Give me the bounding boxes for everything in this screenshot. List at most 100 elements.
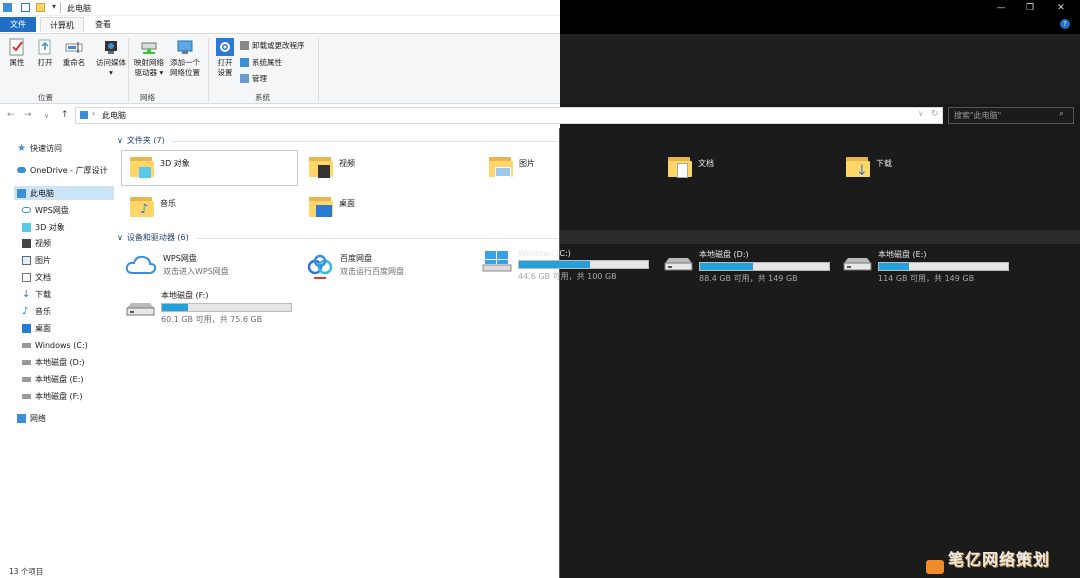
- sidebar-item-music[interactable]: ♪ 音乐: [22, 304, 51, 318]
- up-arrow-icon[interactable]: ↑: [61, 110, 69, 120]
- hard-drive-icon: [663, 249, 693, 271]
- folder-tile-documents[interactable]: 文档: [668, 154, 714, 178]
- add-network-location-button[interactable]: 添加一个 网络位置: [166, 38, 204, 78]
- status-item-count: 13 个项目: [9, 567, 44, 576]
- tab-view[interactable]: 查看: [88, 17, 118, 32]
- sidebar-item-video[interactable]: 视频: [22, 236, 51, 250]
- search-icon[interactable]: ⌕: [1059, 109, 1064, 119]
- sidebar-item-label: 下载: [35, 289, 51, 299]
- back-arrow-icon[interactable]: ←: [7, 110, 15, 120]
- folders-section-header[interactable]: ∨ 文件夹 (7): [117, 135, 165, 146]
- access-media-dropdown: ▾: [109, 68, 113, 77]
- drive-name: 本地磁盘 (E:): [878, 250, 927, 259]
- wps-cloud-tile[interactable]: WPS网盘 双击进入WPS网盘: [125, 253, 229, 277]
- system-properties-button[interactable]: 系统属性: [240, 57, 282, 68]
- group-divider: [318, 38, 319, 102]
- properties-button[interactable]: 属性: [4, 38, 30, 68]
- forward-arrow-icon[interactable]: →: [24, 110, 32, 120]
- close-button[interactable]: ✕: [1046, 0, 1076, 16]
- drive-tile-e[interactable]: 本地磁盘 (E:) 114 GB 可用，共 149 GB: [842, 249, 1009, 284]
- location-group-label: 位置: [38, 93, 53, 102]
- open-button[interactable]: 打开: [32, 38, 58, 68]
- sidebar-item-pictures[interactable]: 图片: [22, 253, 51, 267]
- sidebar-item-3d[interactable]: 3D 对象: [22, 220, 65, 234]
- devices-section-title: 设备和驱动器 (6): [126, 233, 189, 242]
- system-properties-label: 系统属性: [252, 58, 282, 67]
- address-computer-icon: [80, 111, 88, 119]
- sidebar-item-drive-e[interactable]: 本地磁盘 (E:): [22, 372, 84, 386]
- download-icon: ↓: [22, 288, 31, 300]
- sidebar-item-onedrive[interactable]: OneDrive - 广厚设计: [17, 163, 108, 177]
- tab-file[interactable]: 文件: [0, 17, 36, 32]
- maximize-button[interactable]: ❐: [1015, 0, 1045, 16]
- picture-icon: [22, 255, 31, 265]
- uninstall-programs-button[interactable]: 卸载或更改程序: [240, 40, 305, 51]
- sidebar-item-label: 3D 对象: [35, 222, 65, 232]
- network-group-label: 网络: [140, 93, 155, 102]
- quick-access-dropdown-icon[interactable]: ▾: [52, 2, 56, 11]
- drive-tile-f[interactable]: 本地磁盘 (F:) 60.1 GB 可用，共 75.6 GB: [125, 290, 292, 325]
- folder-tile-desktop[interactable]: 桌面: [309, 194, 355, 218]
- sidebar-item-this-pc[interactable]: 此电脑: [17, 186, 54, 200]
- uninstall-icon: [240, 41, 249, 50]
- folder-tile-3d[interactable]: 3D 对象: [130, 154, 190, 178]
- baidu-cloud-icon: [306, 253, 334, 281]
- new-folder-quick-icon[interactable]: [36, 3, 45, 12]
- folder-tile-music[interactable]: ♪ 音乐: [130, 194, 176, 218]
- system-group-label: 系统: [255, 93, 270, 102]
- help-icon[interactable]: ?: [1060, 19, 1070, 29]
- sidebar-item-label: Windows (C:): [35, 340, 88, 350]
- drive-tile-c[interactable]: Windows (C:) 44.6 GB 可用，共 100 GB: [482, 249, 649, 282]
- sidebar-item-label: 音乐: [35, 306, 51, 316]
- wps-cloud-name: WPS网盘: [163, 254, 197, 263]
- manage-button[interactable]: 管理: [240, 73, 267, 84]
- recent-dropdown-icon[interactable]: ∨: [44, 112, 49, 120]
- address-bar[interactable]: 此电脑: [75, 107, 943, 124]
- folder-tile-pictures[interactable]: 图片: [489, 154, 535, 178]
- sidebar-item-label: 图片: [35, 255, 51, 265]
- drive-icon: [22, 376, 31, 382]
- dark-section-separator: [560, 230, 1080, 244]
- address-dropdown-icon[interactable]: ∨: [918, 109, 924, 118]
- minimize-button[interactable]: —: [986, 0, 1016, 16]
- refresh-icon[interactable]: ↻: [931, 109, 939, 119]
- sidebar-item-drive-d[interactable]: 本地磁盘 (D:): [22, 355, 85, 369]
- baidu-cloud-tile[interactable]: 百度网盘 双击运行百度网盘: [306, 253, 404, 281]
- drive-icon: [22, 359, 31, 365]
- sidebar-item-wps[interactable]: WPS网盘: [22, 203, 69, 217]
- address-chevron-icon: ›: [92, 109, 96, 118]
- settings-gear-icon: [216, 38, 234, 56]
- open-settings-label-2: 设置: [217, 68, 233, 77]
- folder-tile-video[interactable]: 视频: [309, 154, 355, 178]
- map-network-drive-button[interactable]: 映射网络 驱动器 ▾: [132, 38, 166, 78]
- 3d-icon: [22, 222, 31, 232]
- properties-icon: [8, 38, 26, 56]
- section-rule: [172, 141, 558, 142]
- 3d-folder-icon: [130, 154, 154, 178]
- sidebar-item-label: 此电脑: [30, 188, 54, 198]
- downloads-folder-icon: ↓: [846, 154, 870, 178]
- drive-tile-d[interactable]: 本地磁盘 (D:) 88.4 GB 可用，共 149 GB: [663, 249, 830, 284]
- access-media-button[interactable]: 访问媒体 ▾: [92, 38, 130, 78]
- sidebar-item-quick-access[interactable]: ★ 快速访问: [17, 141, 62, 155]
- sidebar-item-network[interactable]: 网络: [17, 411, 46, 425]
- devices-section-header[interactable]: ∨ 设备和驱动器 (6): [117, 232, 189, 243]
- folder-tile-downloads[interactable]: ↓ 下载: [846, 154, 892, 178]
- uninstall-label: 卸载或更改程序: [252, 41, 305, 50]
- tab-computer[interactable]: 计算机: [40, 17, 84, 32]
- sidebar-item-label: OneDrive - 广厚设计: [30, 165, 108, 175]
- drive-usage-text: 60.1 GB 可用，共 75.6 GB: [161, 315, 263, 324]
- sidebar-item-desktop[interactable]: 桌面: [22, 321, 51, 335]
- search-input[interactable]: 搜索"此电脑": [948, 107, 1074, 124]
- sidebar-item-documents[interactable]: 文档: [22, 270, 51, 284]
- access-media-label: 访问媒体: [96, 58, 126, 67]
- open-settings-button[interactable]: 打开 设置: [211, 38, 239, 78]
- sidebar-item-label: 桌面: [35, 323, 51, 333]
- sidebar-item-drive-c[interactable]: Windows (C:): [22, 338, 88, 352]
- sidebar-item-downloads[interactable]: ↓ 下载: [22, 287, 51, 301]
- properties-quick-icon[interactable]: [21, 3, 30, 12]
- open-settings-label-1: 打开: [217, 58, 233, 67]
- sidebar-item-drive-f[interactable]: 本地磁盘 (F:): [22, 389, 82, 403]
- folder-label: 视频: [339, 159, 355, 168]
- rename-button[interactable]: 重命名: [60, 38, 88, 68]
